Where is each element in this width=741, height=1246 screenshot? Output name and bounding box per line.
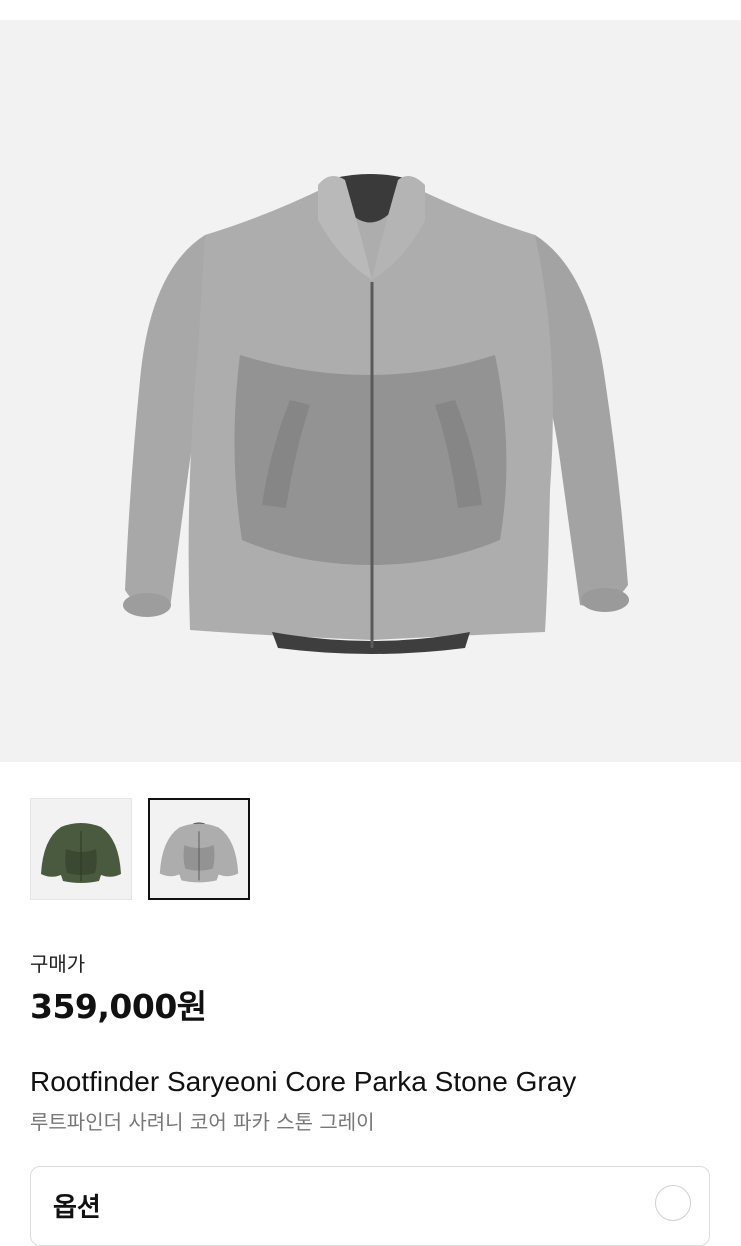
chevron-down-icon	[655, 1185, 691, 1221]
jacket-olive-green-thumbnail	[41, 823, 121, 883]
option-select[interactable]: 옵션	[30, 1166, 710, 1246]
thumbnail-olive-green[interactable]	[30, 798, 132, 900]
price-value: 359,000원	[30, 987, 207, 1026]
jacket-stone-gray-image	[123, 174, 629, 654]
jacket-stone-gray-thumbnail	[159, 822, 239, 883]
product-name-korean: 루트파인더 사려니 코어 파카 스톤 그레이	[30, 1110, 375, 1134]
option-label: 옵션	[53, 1193, 101, 1223]
product-name-english: Rootfinder Saryeoni Core Parka Stone Gra…	[30, 1066, 577, 1097]
thumbnail-stone-gray[interactable]	[148, 798, 250, 900]
main-product-image	[0, 20, 741, 762]
thumbnail-strip	[30, 798, 250, 900]
price-label: 구매가	[30, 952, 86, 976]
